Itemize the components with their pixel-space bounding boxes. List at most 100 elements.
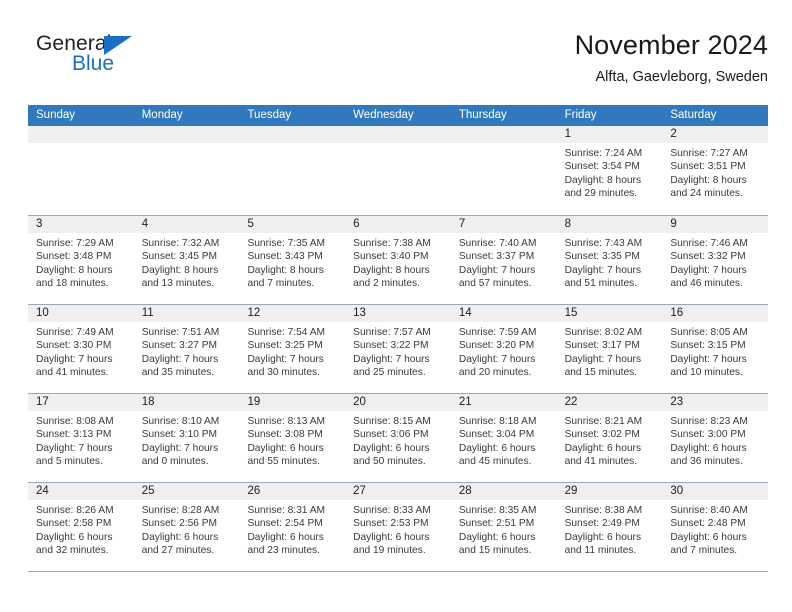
daylight-text: Daylight: 8 hours and 13 minutes.: [141, 264, 219, 290]
day-cell[interactable]: 22 Sunrise: 8:21 AM Sunset: 3:02 PM Dayligh…: [556, 394, 663, 482]
daylight-text: Daylight: 7 hours and 35 minutes.: [141, 353, 219, 379]
day-cell[interactable]: 4 Sunrise: 7:32 AM Sunset: 3:45 PM Daylight…: [133, 216, 240, 304]
day-cell[interactable]: 17 Sunrise: 8:08 AM Sunset: 3:13 PM Dayligh…: [28, 394, 134, 482]
sunrise-text: Sunrise: 8:05 AM: [670, 327, 748, 338]
day-number: 20: [345, 394, 451, 411]
day-details: Sunrise: 8:02 AM Sunset: 3:17 PM Daylight:…: [557, 322, 663, 380]
sunset-text: Sunset: 3:20 PM: [458, 340, 535, 352]
day-cell[interactable]: 3 Sunrise: 7:29 AM Sunset: 3:48 PM Daylight…: [28, 216, 134, 304]
daylight-text: Daylight: 7 hours and 46 minutes.: [670, 264, 747, 290]
day-details: Sunrise: 7:32 AM Sunset: 3:45 PM Daylight:…: [134, 233, 240, 291]
calendar-weeks: 1 Sunrise: 7:24 AM Sunset: 3:54 PM Daylight…: [28, 126, 769, 571]
sunrise-text: Sunrise: 8:40 AM: [670, 505, 748, 516]
sunrise-text: Sunrise: 8:21 AM: [564, 416, 643, 427]
day-cell[interactable]: 29 Sunrise: 8:38 AM Sunset: 2:49 PM Dayligh…: [556, 483, 663, 571]
day-cell[interactable]: 9 Sunrise: 7:46 AM Sunset: 3:32 PM Daylight…: [662, 216, 769, 304]
sunrise-text: Sunrise: 7:54 AM: [247, 327, 326, 338]
day-cell[interactable]: 6 Sunrise: 7:38 AM Sunset: 3:40 PM Daylight…: [345, 216, 451, 304]
daylight-text: Daylight: 7 hours and 51 minutes.: [564, 264, 642, 290]
sunset-text: Sunset: 3:02 PM: [564, 429, 640, 441]
sunrise-text: Sunrise: 7:40 AM: [458, 238, 537, 249]
sunrise-text: Sunrise: 7:49 AM: [36, 327, 114, 338]
daylight-text: Daylight: 6 hours and 11 minutes.: [564, 531, 642, 557]
day-cell[interactable]: 27 Sunrise: 8:33 AM Sunset: 2:53 PM Dayligh…: [345, 483, 451, 571]
day-cell[interactable]: 26 Sunrise: 8:31 AM Sunset: 2:54 PM Dayligh…: [239, 483, 346, 571]
day-cell-empty: [133, 126, 240, 215]
day-cell-empty: [450, 126, 557, 215]
day-cell[interactable]: 2 Sunrise: 7:27 AM Sunset: 3:51 PM Daylight…: [662, 126, 769, 215]
day-cell[interactable]: 5 Sunrise: 7:35 AM Sunset: 3:43 PM Daylight…: [239, 216, 346, 304]
weekday-header-monday: Monday: [141, 109, 183, 121]
day-cell[interactable]: 18 Sunrise: 8:10 AM Sunset: 3:10 PM Dayligh…: [133, 394, 240, 482]
day-cell[interactable]: 14 Sunrise: 7:59 AM Sunset: 3:20 PM Dayligh…: [450, 305, 557, 393]
day-details: Sunrise: 8:31 AM Sunset: 2:54 PM Daylight:…: [239, 500, 345, 558]
day-cell[interactable]: 15 Sunrise: 8:02 AM Sunset: 3:17 PM Dayligh…: [556, 305, 663, 393]
day-cell[interactable]: 12 Sunrise: 7:54 AM Sunset: 3:25 PM Dayligh…: [239, 305, 346, 393]
day-details: Sunrise: 7:54 AM Sunset: 3:25 PM Daylight:…: [239, 322, 345, 380]
day-details: Sunrise: 7:59 AM Sunset: 3:20 PM Daylight:…: [451, 322, 557, 380]
sunset-text: Sunset: 3:54 PM: [564, 161, 640, 173]
day-number: [450, 126, 557, 143]
day-number: 25: [133, 483, 240, 500]
sunrise-text: Sunrise: 7:38 AM: [353, 238, 431, 249]
sunset-text: Sunset: 3:30 PM: [36, 340, 112, 352]
daylight-text: Daylight: 6 hours and 7 minutes.: [670, 531, 747, 557]
page-subtitle: Alfta, Gaevleborg, Sweden: [595, 69, 769, 85]
sunrise-text: Sunrise: 8:23 AM: [670, 416, 748, 427]
day-cell[interactable]: 21 Sunrise: 8:18 AM Sunset: 3:04 PM Dayligh…: [450, 394, 557, 482]
daylight-text: Daylight: 6 hours and 32 minutes.: [36, 531, 113, 557]
weekday-header-row: Sunday Monday Tuesday Wednesday Thursday…: [28, 105, 768, 126]
sunset-text: Sunset: 3:13 PM: [36, 429, 112, 441]
day-details: Sunrise: 7:49 AM Sunset: 3:30 PM Daylight:…: [28, 322, 134, 380]
sunset-text: Sunset: 3:04 PM: [458, 429, 535, 441]
day-cell[interactable]: 13 Sunrise: 7:57 AM Sunset: 3:22 PM Dayligh…: [345, 305, 451, 393]
sunset-text: Sunset: 2:58 PM: [36, 518, 112, 530]
day-cell[interactable]: 16 Sunrise: 8:05 AM Sunset: 3:15 PM Dayligh…: [662, 305, 769, 393]
day-cell[interactable]: 23 Sunrise: 8:23 AM Sunset: 3:00 PM Dayligh…: [662, 394, 769, 482]
daylight-text: Daylight: 8 hours and 24 minutes.: [670, 174, 747, 200]
daylight-text: Daylight: 7 hours and 25 minutes.: [353, 353, 430, 379]
sunset-text: Sunset: 3:10 PM: [141, 429, 218, 441]
sunset-text: Sunset: 3:22 PM: [353, 340, 429, 352]
day-cell-empty: [239, 126, 346, 215]
sunrise-text: Sunrise: 8:33 AM: [353, 505, 431, 516]
sunrise-text: Sunrise: 8:13 AM: [247, 416, 326, 427]
day-details: Sunrise: 7:43 AM Sunset: 3:35 PM Daylight:…: [557, 233, 663, 291]
daylight-text: Daylight: 8 hours and 7 minutes.: [247, 264, 324, 290]
day-cell[interactable]: 7 Sunrise: 7:40 AM Sunset: 3:37 PM Daylight…: [450, 216, 557, 304]
day-details: Sunrise: 7:38 AM Sunset: 3:40 PM Daylight:…: [345, 233, 451, 291]
daylight-text: Daylight: 6 hours and 55 minutes.: [247, 442, 324, 468]
day-cell[interactable]: 20 Sunrise: 8:15 AM Sunset: 3:06 PM Dayligh…: [345, 394, 451, 482]
day-details: Sunrise: 8:33 AM Sunset: 2:53 PM Daylight:…: [345, 500, 451, 558]
day-details: Sunrise: 7:40 AM Sunset: 3:37 PM Daylight:…: [451, 233, 557, 291]
day-details: Sunrise: 8:38 AM Sunset: 2:49 PM Daylight:…: [557, 500, 663, 558]
day-cell[interactable]: 30 Sunrise: 8:40 AM Sunset: 2:48 PM Dayligh…: [662, 483, 769, 571]
sunrise-text: Sunrise: 8:15 AM: [353, 416, 431, 427]
day-number: 13: [345, 305, 451, 322]
day-number: 17: [28, 394, 134, 411]
day-cell[interactable]: 25 Sunrise: 8:28 AM Sunset: 2:56 PM Dayligh…: [133, 483, 240, 571]
day-cell[interactable]: 28 Sunrise: 8:35 AM Sunset: 2:51 PM Dayligh…: [450, 483, 557, 571]
daylight-text: Daylight: 6 hours and 15 minutes.: [458, 531, 536, 557]
day-number: 4: [133, 216, 240, 233]
brand-logo[interactable]: General Blue: [36, 32, 256, 88]
sunrise-text: Sunrise: 8:10 AM: [141, 416, 220, 427]
daylight-text: Daylight: 6 hours and 36 minutes.: [670, 442, 747, 468]
sunrise-text: Sunrise: 7:27 AM: [670, 148, 748, 159]
day-cell[interactable]: 24 Sunrise: 8:26 AM Sunset: 2:58 PM Dayligh…: [28, 483, 134, 571]
day-cell[interactable]: 11 Sunrise: 7:51 AM Sunset: 3:27 PM Dayligh…: [133, 305, 240, 393]
sunrise-text: Sunrise: 8:02 AM: [564, 327, 643, 338]
day-number: 15: [556, 305, 663, 322]
calendar-grid: Sunday Monday Tuesday Wednesday Thursday…: [28, 105, 769, 572]
daylight-text: Daylight: 8 hours and 29 minutes.: [564, 174, 642, 200]
sunrise-text: Sunrise: 7:43 AM: [564, 238, 643, 249]
daylight-text: Daylight: 6 hours and 50 minutes.: [353, 442, 430, 468]
day-cell[interactable]: 19 Sunrise: 8:13 AM Sunset: 3:08 PM Dayligh…: [239, 394, 346, 482]
day-cell[interactable]: 10 Sunrise: 7:49 AM Sunset: 3:30 PM Dayligh…: [28, 305, 134, 393]
weekday-header-sunday: Sunday: [36, 109, 76, 121]
page-header: General Blue November 2024 Alfta, Gaevle…: [28, 28, 768, 96]
day-details: Sunrise: 8:15 AM Sunset: 3:06 PM Daylight:…: [345, 411, 451, 469]
day-cell[interactable]: 8 Sunrise: 7:43 AM Sunset: 3:35 PM Daylight…: [556, 216, 663, 304]
day-number: 6: [345, 216, 451, 233]
day-cell[interactable]: 1 Sunrise: 7:24 AM Sunset: 3:54 PM Daylight…: [556, 126, 663, 215]
